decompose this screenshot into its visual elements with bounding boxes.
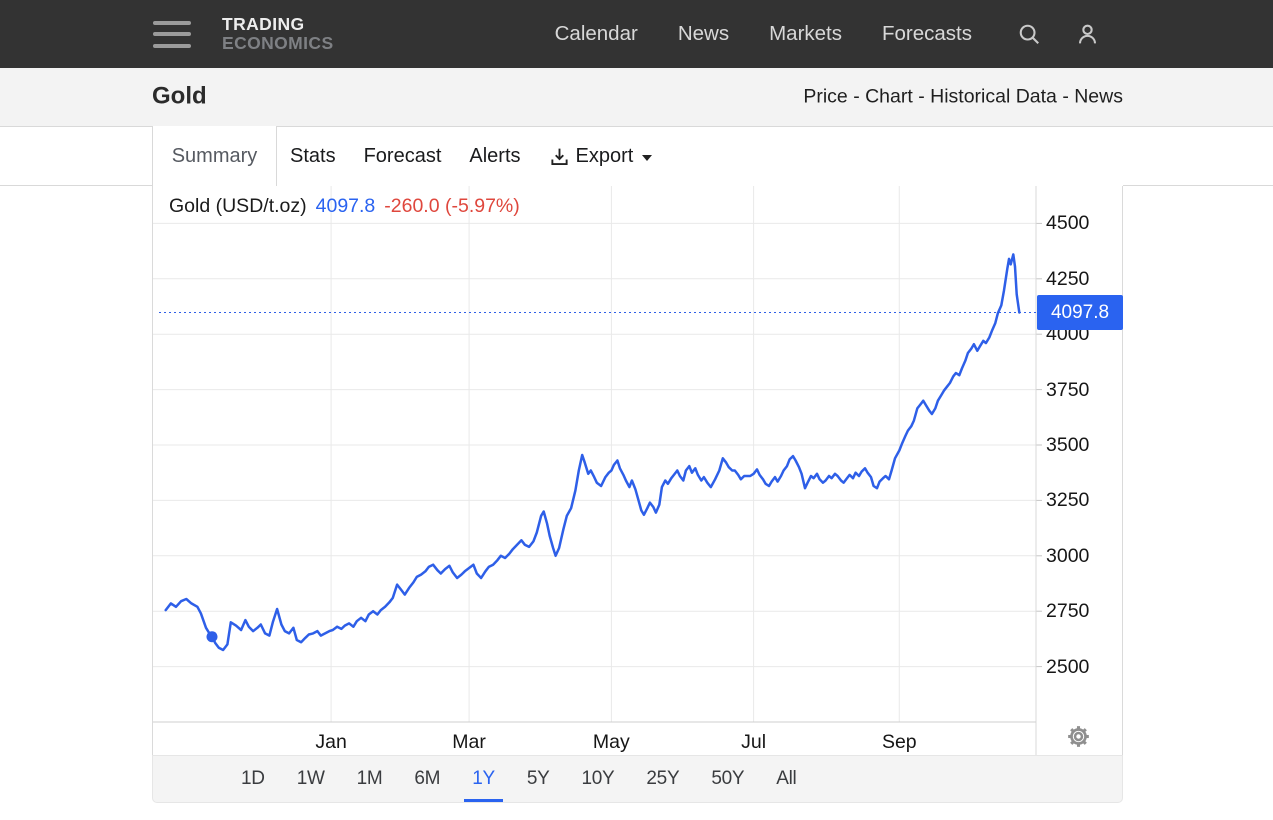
x-axis-label: Sep [881, 731, 917, 753]
user-account-icon[interactable] [1075, 22, 1100, 47]
chart-settings-icon[interactable] [1067, 725, 1090, 753]
top-navbar: TRADING ECONOMICS Calendar News Markets … [0, 0, 1273, 68]
tab-bar: Summary Stats Forecast Alerts Export [0, 126, 1273, 186]
divider [0, 126, 152, 127]
download-icon [550, 148, 568, 165]
nav-link-calendar[interactable]: Calendar [555, 22, 638, 46]
y-axis-label: 3250 [1046, 489, 1090, 512]
menu-icon[interactable] [153, 20, 191, 48]
price-chart-panel: Gold (USD/t.oz) 4097.8 -260.0 (-5.97%) 4… [152, 186, 1123, 755]
search-icon[interactable] [1017, 22, 1042, 47]
gold-price-series [164, 253, 1021, 652]
tab-forecast[interactable]: Forecast [364, 145, 442, 168]
y-axis-label: 4500 [1046, 212, 1090, 235]
range-button-all[interactable]: All [765, 756, 807, 802]
x-axis-label: Jan [315, 731, 347, 753]
range-button-6m[interactable]: 6M [403, 756, 451, 802]
range-button-10y[interactable]: 10Y [570, 756, 625, 802]
brand-line2: ECONOMICS [222, 33, 334, 53]
current-price-badge: 4097.8 [1037, 295, 1123, 331]
trading-economics-page: TRADING ECONOMICS Calendar News Markets … [0, 0, 1273, 820]
range-button-5y[interactable]: 5Y [516, 756, 561, 802]
range-button-50y[interactable]: 50Y [700, 756, 755, 802]
range-button-1y[interactable]: 1Y [461, 756, 506, 802]
divider [0, 185, 152, 186]
chart-last-price: 4097.8 [315, 195, 376, 217]
instrument-header: Gold Price - Chart - Historical Data - N… [0, 68, 1273, 126]
page-title: Gold [152, 82, 207, 110]
nav-link-news[interactable]: News [678, 22, 729, 46]
y-axis-label: 4250 [1046, 267, 1090, 290]
y-axis-label: 3500 [1046, 434, 1090, 456]
brand-line1: TRADING [222, 13, 305, 34]
brand-logo[interactable]: TRADING ECONOMICS [222, 13, 334, 53]
x-axis-label: May [592, 731, 630, 753]
range-button-1d[interactable]: 1D [230, 756, 276, 802]
caret-down-icon [642, 154, 653, 161]
price-line-chart[interactable] [153, 186, 1124, 755]
range-toolbar: 1D 1W 1M 6M 1Y 5Y 10Y 25Y 50Y All [152, 755, 1123, 803]
x-axis-label: Jul [741, 731, 767, 753]
y-axis-label: 3000 [1046, 544, 1090, 567]
tab-group: Stats Forecast Alerts Export [290, 126, 653, 186]
export-menu[interactable]: Export [549, 145, 653, 168]
chart-instrument-label: Gold (USD/t.oz) [169, 195, 307, 217]
nav-link-markets[interactable]: Markets [769, 22, 842, 46]
main-nav: Calendar News Markets Forecasts [555, 22, 972, 46]
export-label: Export [575, 144, 634, 167]
tab-stats[interactable]: Stats [290, 145, 336, 168]
y-axis-label: 2750 [1046, 600, 1090, 623]
y-axis-label: 2500 [1046, 655, 1090, 678]
range-button-1w[interactable]: 1W [286, 756, 336, 802]
y-axis-label: 3750 [1046, 378, 1090, 401]
tab-summary[interactable]: Summary [152, 126, 277, 186]
series-marker-dot [206, 631, 218, 643]
nav-link-forecasts[interactable]: Forecasts [882, 22, 972, 46]
chart-legend: Gold (USD/t.oz) 4097.8 -260.0 (-5.97%) [169, 195, 520, 218]
tab-alerts[interactable]: Alerts [469, 145, 520, 168]
range-button-25y[interactable]: 25Y [635, 756, 690, 802]
range-button-1m[interactable]: 1M [346, 756, 394, 802]
x-axis-label: Mar [452, 731, 486, 753]
divider [1123, 185, 1273, 186]
breadcrumb[interactable]: Price - Chart - Historical Data - News [803, 86, 1123, 109]
chart-change: -260.0 (-5.97%) [384, 195, 520, 217]
